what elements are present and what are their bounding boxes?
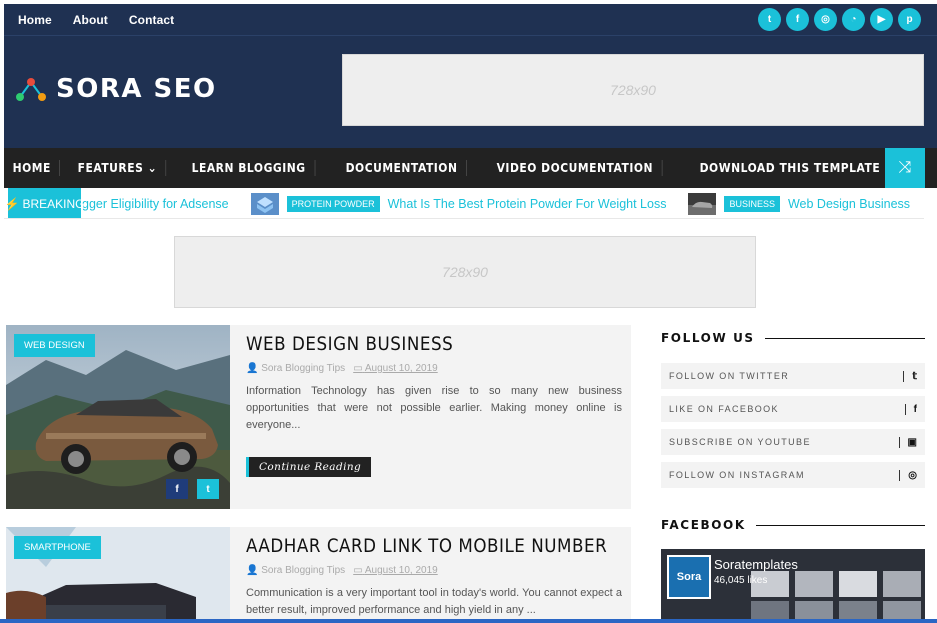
twitter-icon: 𝕥: [903, 370, 917, 382]
nav-download-template[interactable]: DOWNLOAD THIS TEMPLATE: [691, 160, 889, 176]
facebook-title: FACEBOOK: [661, 518, 925, 532]
instagram-icon: ◎: [899, 469, 917, 481]
calendar-icon: ▭: [353, 363, 363, 374]
user-icon: 👤: [246, 565, 259, 576]
instagram-icon[interactable]: ◎: [814, 8, 837, 31]
ticker-link[interactable]: gger Eligibility for Adsense: [82, 197, 229, 211]
follow-youtube[interactable]: SUBSCRIBE ON YOUTUBE ▣: [661, 429, 925, 455]
ticker-thumbnail[interactable]: [688, 192, 717, 215]
post-author-name: Sora Blogging Tips: [261, 363, 346, 374]
user-icon: 👤: [246, 363, 259, 374]
nav-video-documentation[interactable]: VIDEO DOCUMENTATION: [488, 160, 663, 176]
facebook-icon: f: [904, 403, 917, 415]
rss-icon[interactable]: ◔: [842, 8, 865, 31]
post-category-tag[interactable]: WEB DESIGN: [14, 334, 95, 357]
facebook-title-text: FACEBOOK: [661, 518, 746, 532]
ticker-link[interactable]: What Is The Best Protein Powder For Weig…: [388, 197, 667, 211]
ticker-tag[interactable]: PROTEIN POWDER: [286, 195, 380, 212]
shuffle-icon[interactable]: ⤨: [885, 148, 925, 188]
nav-documentation[interactable]: DOCUMENTATION: [337, 160, 467, 176]
follow-label: SUBSCRIBE ON YOUTUBE: [669, 437, 811, 447]
social-icons: t f ◎ ◔ ▶ p: [758, 8, 921, 31]
post-date[interactable]: ▭ August 10, 2019: [353, 363, 438, 374]
ticker-link[interactable]: Web Design Business: [788, 197, 910, 211]
site-logo[interactable]: SORA SEO: [14, 74, 217, 104]
breaking-news-bar: ⚡ BREAKING gger Eligibility for Adsense …: [4, 188, 924, 219]
post-excerpt: Information Technology has given rise to…: [246, 385, 622, 431]
youtube-icon[interactable]: ▶: [870, 8, 893, 31]
facebook-page-likes: 46,045 likes: [714, 575, 768, 586]
post-category-tag[interactable]: SMARTPHONE: [14, 536, 101, 559]
main-nav: HOME FEATURES ⌄ LEARN BLOGGING DOCUMENTA…: [4, 148, 937, 188]
site-header: SORA SEO 728x90: [4, 36, 937, 148]
pinterest-icon[interactable]: p: [898, 8, 921, 31]
youtube-icon: ▣: [898, 436, 917, 448]
facebook-page-name[interactable]: Soratemplates: [714, 557, 798, 572]
post-author-name: Sora Blogging Tips: [261, 565, 346, 576]
follow-twitter[interactable]: FOLLOW ON TWITTER 𝕥: [661, 363, 925, 389]
post-author[interactable]: 👤 Sora Blogging Tips: [246, 565, 345, 576]
facebook-icon[interactable]: f: [786, 8, 809, 31]
follow-label: FOLLOW ON TWITTER: [669, 371, 790, 381]
post-author[interactable]: 👤 Sora Blogging Tips: [246, 363, 345, 374]
ad-banner-middle[interactable]: 728x90: [174, 236, 756, 308]
breaking-ticker: gger Eligibility for Adsense PROTEIN POW…: [82, 188, 924, 218]
follow-us-title: FOLLOW US: [661, 331, 925, 345]
facebook-page-logo[interactable]: Sora: [667, 555, 711, 599]
post-meta: 👤 Sora Blogging Tips ▭ August 10, 2019: [246, 565, 438, 576]
post-meta: 👤 Sora Blogging Tips ▭ August 10, 2019: [246, 363, 438, 374]
follow-label: LIKE ON FACEBOOK: [669, 404, 779, 414]
ad-banner-top[interactable]: 728x90: [342, 54, 924, 126]
facebook-share-icon[interactable]: f: [166, 479, 188, 499]
twitter-icon[interactable]: t: [758, 8, 781, 31]
top-nav-about[interactable]: About: [73, 13, 108, 27]
top-bar: Home About Contact t f ◎ ◔ ▶ p: [4, 4, 937, 36]
lightning-icon: ⚡: [4, 196, 20, 211]
post-card: WEB DESIGN WEB DESIGN BUSINESS 👤 Sora Bl…: [6, 325, 631, 509]
follow-us-title-text: FOLLOW US: [661, 331, 755, 345]
facebook-page-widget[interactable]: Sora Soratemplates 46,045 likes: [661, 549, 925, 623]
post-card: SMARTPHONE AADHAR CARD LINK TO MOBILE NU…: [6, 527, 631, 623]
follow-label: FOLLOW ON INSTAGRAM: [669, 470, 805, 480]
follow-facebook[interactable]: LIKE ON FACEBOOK f: [661, 396, 925, 422]
ticker-thumbnail[interactable]: [250, 192, 279, 215]
breaking-label-text: BREAKING: [22, 196, 85, 211]
nav-learn-blogging[interactable]: LEARN BLOGGING: [183, 160, 316, 176]
nav-home[interactable]: HOME: [4, 160, 61, 176]
follow-instagram[interactable]: FOLLOW ON INSTAGRAM ◎: [661, 462, 925, 488]
post-date-text: August 10, 2019: [364, 565, 438, 576]
breaking-label: ⚡ BREAKING: [4, 188, 85, 218]
ticker-tag[interactable]: BUSINESS: [724, 195, 780, 212]
post-date-text: August 10, 2019: [364, 363, 438, 374]
nav-features[interactable]: FEATURES ⌄: [69, 160, 168, 176]
post-date[interactable]: ▭ August 10, 2019: [353, 565, 438, 576]
post-excerpt: Communication is a very important tool i…: [246, 587, 622, 616]
top-nav: Home About Contact: [18, 13, 174, 27]
top-nav-contact[interactable]: Contact: [129, 13, 174, 27]
bottom-edge-bar: [0, 619, 937, 623]
logo-text: SORA SEO: [56, 74, 217, 104]
top-nav-home[interactable]: Home: [18, 13, 52, 27]
logo-network-icon: [16, 78, 46, 101]
post-title[interactable]: WEB DESIGN BUSINESS: [246, 333, 453, 355]
post-title[interactable]: AADHAR CARD LINK TO MOBILE NUMBER: [246, 535, 607, 557]
continue-reading-button[interactable]: Continue Reading: [246, 457, 372, 477]
twitter-share-icon[interactable]: t: [197, 479, 219, 499]
calendar-icon: ▭: [353, 565, 363, 576]
